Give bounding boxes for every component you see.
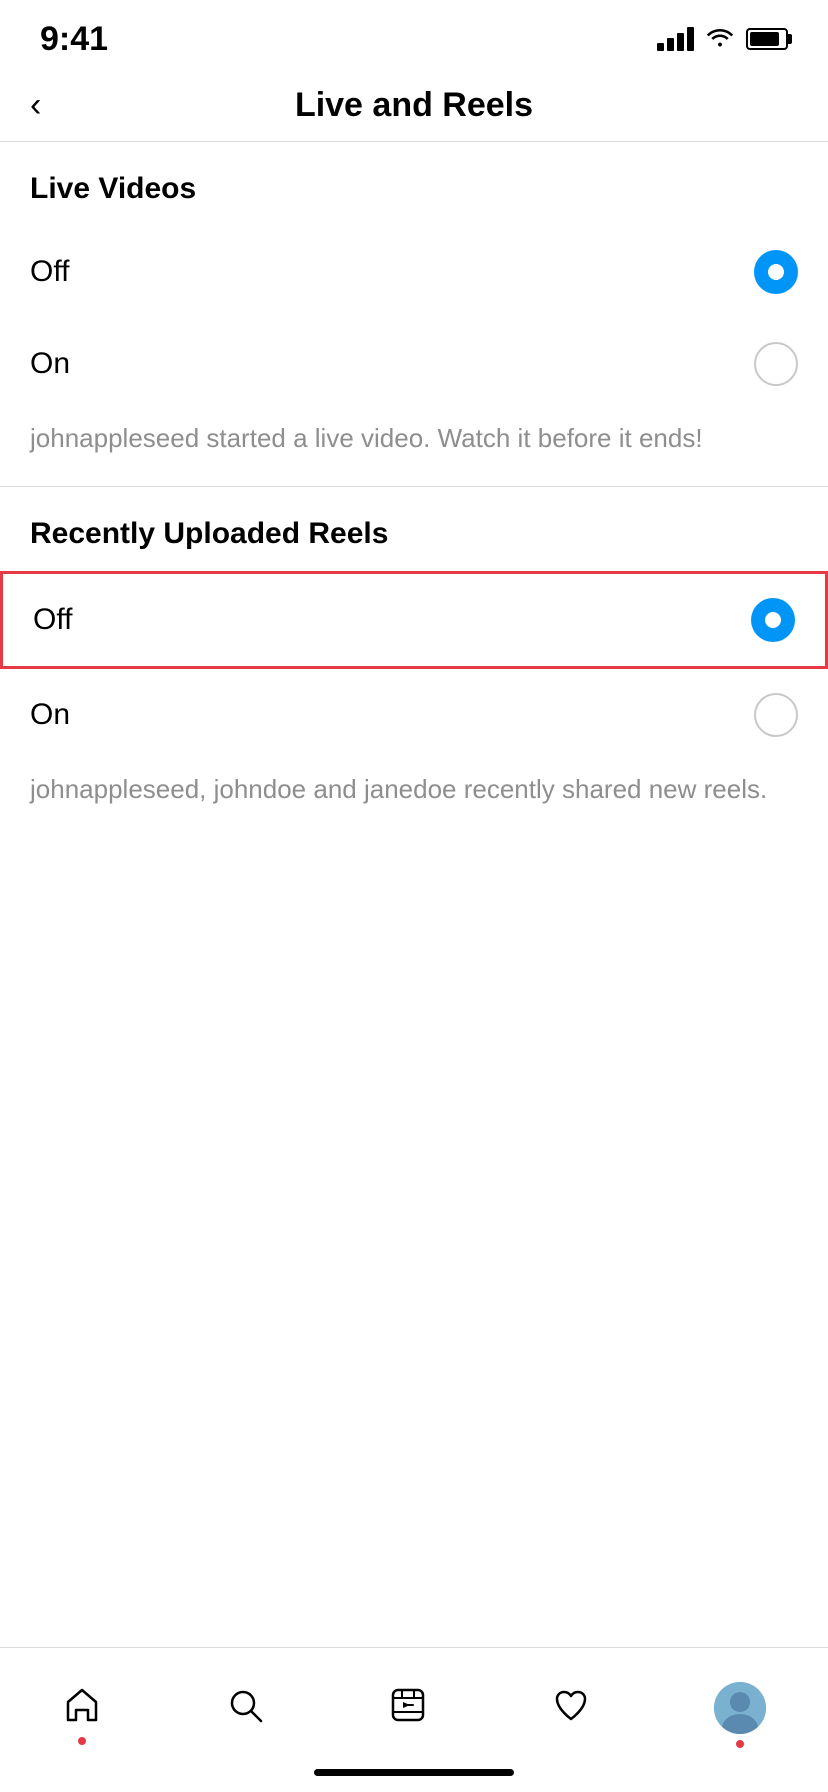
live-videos-title: Live Videos <box>30 172 196 205</box>
reels-hint: johnappleseed, johndoe and janedoe recen… <box>0 761 828 837</box>
live-on-radio[interactable] <box>754 342 798 386</box>
status-bar: 9:41 <box>0 0 828 70</box>
back-button[interactable]: ‹ <box>30 86 41 125</box>
live-videos-section-header: Live Videos <box>0 142 828 226</box>
live-off-radio[interactable] <box>754 250 798 294</box>
tab-likes[interactable] <box>551 1685 591 1730</box>
reels-title: Recently Uploaded Reels <box>30 517 388 550</box>
tab-reels[interactable] <box>388 1685 428 1730</box>
tab-search[interactable] <box>225 1685 265 1730</box>
battery-icon <box>746 28 788 50</box>
live-on-option[interactable]: On <box>0 318 828 410</box>
home-indicator <box>0 1757 828 1792</box>
live-off-label: Off <box>30 255 69 289</box>
content-area: Live Videos Off On johnappleseed started… <box>0 142 828 1647</box>
signal-icon <box>657 27 694 51</box>
reels-on-option[interactable]: On <box>0 669 828 761</box>
live-videos-hint: johnappleseed started a live video. Watc… <box>0 410 828 486</box>
search-icon <box>225 1685 265 1730</box>
tab-home[interactable] <box>62 1684 102 1731</box>
reels-off-radio[interactable] <box>751 598 795 642</box>
live-on-label: On <box>30 347 70 381</box>
heart-icon <box>551 1685 591 1730</box>
reels-section-header: Recently Uploaded Reels <box>0 487 828 571</box>
reels-on-radio[interactable] <box>754 693 798 737</box>
tab-bar <box>0 1647 828 1757</box>
reels-off-label: Off <box>33 603 72 637</box>
live-off-option[interactable]: Off <box>0 226 828 318</box>
status-time: 9:41 <box>40 20 108 59</box>
profile-dot <box>736 1740 744 1748</box>
avatar[interactable] <box>714 1682 766 1734</box>
home-dot <box>78 1737 86 1745</box>
reels-on-label: On <box>30 698 70 732</box>
status-icons <box>657 25 788 53</box>
home-icon <box>62 1684 102 1731</box>
reels-icon <box>388 1685 428 1730</box>
wifi-icon <box>706 25 734 53</box>
tab-profile[interactable] <box>714 1682 766 1734</box>
nav-header: ‹ Live and Reels <box>0 70 828 142</box>
home-indicator-bar <box>314 1769 514 1776</box>
page-title: Live and Reels <box>295 86 533 125</box>
reels-off-option[interactable]: Off <box>0 571 828 669</box>
